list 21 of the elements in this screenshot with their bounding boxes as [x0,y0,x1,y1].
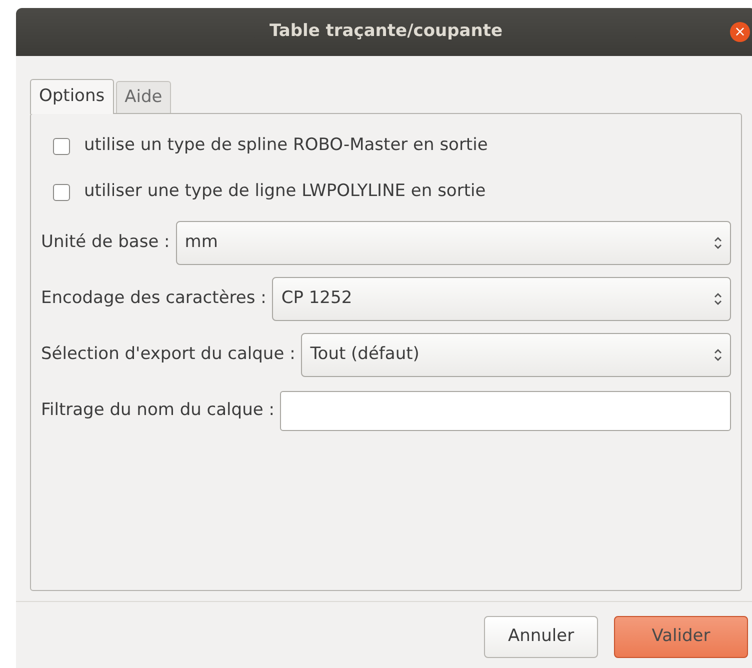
checkbox-label: utiliser une type de ligne LWPOLYLINE en sortie [84,180,486,204]
checkbox-label: utilise un type de spline ROBO-Master en sortie [84,134,488,158]
cancel-button[interactable]: Annuler [484,616,598,658]
spinner-arrows-icon [714,292,722,306]
dropdown[interactable]: mm [176,221,731,265]
window-title: Table traçante/coupante [269,20,503,44]
input-field[interactable] [280,391,731,431]
checkbox[interactable] [53,138,70,154]
tab[interactable]: Options [30,79,114,114]
field-label: Filtrage du nom du calque : [41,399,274,422]
spinner-arrows-icon [714,236,722,250]
dropdown[interactable]: Tout (défaut) [301,333,731,377]
confirm-button[interactable]: Valider [614,616,748,658]
field-label: Sélection d'export du calque : [41,343,296,366]
field-label: Encodage des caractères : [41,287,266,310]
spinner-arrows-icon [714,348,722,362]
dropdown[interactable]: CP 1252 [272,277,731,321]
close-button[interactable]: × [730,22,750,42]
checkbox[interactable] [53,184,70,200]
field-label: Unité de base : [41,231,170,254]
tab[interactable]: Aide [116,81,172,113]
